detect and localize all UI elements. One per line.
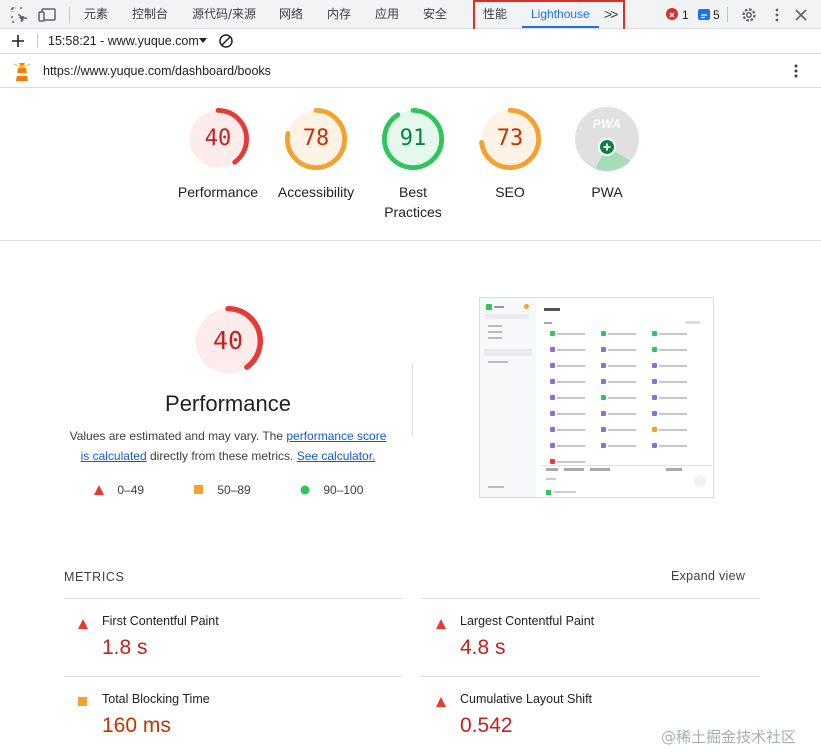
error-icon[interactable]	[666, 8, 678, 20]
performance-score: 40	[212, 326, 244, 355]
metric-divider	[64, 598, 402, 599]
tab-memory[interactable]: 内存	[327, 0, 351, 28]
devtools-tab-bar: 元素 控制台 源代码/来源 网络 内存 应用 安全 性能 Lighthouse …	[0, 0, 821, 32]
metric-divider	[64, 676, 402, 677]
is-calculated-link[interactable]: is calculated	[81, 449, 147, 463]
gauge-score: 78	[302, 126, 330, 151]
fail-triangle-icon	[436, 616, 446, 634]
gauge-label-best-practices[interactable]: Best	[363, 182, 463, 202]
square-icon	[194, 485, 203, 494]
metric-value-tbt: 160 ms	[102, 714, 171, 737]
toolbar-divider	[37, 34, 38, 48]
pwa-badge[interactable]: PWA	[575, 107, 639, 171]
pwa-badge-text: PWA	[592, 117, 622, 131]
tab-application[interactable]: 应用	[375, 0, 399, 28]
average-square-icon	[78, 694, 88, 712]
expand-view-toggle[interactable]: Expand view	[671, 569, 745, 583]
metric-value-fcp: 1.8 s	[102, 636, 148, 659]
lighthouse-logo-icon	[12, 60, 32, 82]
plus-icon[interactable]	[10, 33, 26, 49]
gauge-label-performance[interactable]: Performance	[168, 182, 268, 202]
watermark: @稀土掘金技术社区	[661, 728, 797, 746]
tab-highlight-box	[473, 0, 625, 32]
legend-average: 50–89	[194, 483, 251, 497]
triangle-icon	[94, 485, 104, 495]
message-icon[interactable]	[698, 9, 710, 20]
report-url-bar: https://www.yuque.com/dashboard/books	[0, 54, 821, 88]
metric-label-fcp: First Contentful Paint	[102, 614, 219, 628]
best-practices-gauge[interactable]: 91	[381, 107, 445, 171]
vertical-divider	[412, 363, 413, 435]
gauge-score: 91	[399, 126, 427, 151]
gauge-score: 40	[204, 126, 232, 151]
toolbar-divider	[727, 7, 728, 22]
performance-score-link[interactable]: performance score	[286, 429, 386, 443]
circle-icon	[300, 485, 310, 495]
kebab-menu-icon[interactable]	[768, 6, 786, 24]
final-screenshot-thumbnail[interactable]	[479, 297, 714, 498]
tab-elements[interactable]: 元素	[84, 0, 108, 28]
description-text: Values are estimated and may vary. The	[69, 429, 287, 443]
tab-network[interactable]: 网络	[279, 0, 303, 28]
metric-value-cls: 0.542	[460, 714, 513, 737]
toolbar-divider	[69, 7, 70, 22]
legend-fail: 0–49	[94, 483, 144, 497]
close-icon[interactable]	[792, 6, 810, 24]
gear-icon[interactable]	[740, 6, 758, 24]
chevron-down-icon[interactable]	[199, 38, 207, 43]
performance-gauge[interactable]: 40	[186, 107, 250, 171]
performance-title: Performance	[165, 391, 291, 416]
metrics-header: METRICS	[64, 570, 125, 584]
gauge-label-accessibility[interactable]: Accessibility	[266, 182, 366, 202]
message-count[interactable]: 5	[713, 8, 720, 22]
performance-score-gauge: 40	[192, 305, 264, 377]
device-toolbar-icon[interactable]	[37, 6, 56, 24]
tab-sources[interactable]: 源代码/来源	[192, 0, 256, 28]
performance-description: Values are estimated and may vary. The p…	[60, 426, 396, 466]
gauge-label-best-practices-line2[interactable]: Practices	[363, 202, 463, 222]
gauge-label-pwa[interactable]: PWA	[557, 182, 657, 202]
metric-divider	[421, 676, 760, 677]
gauge-score: 73	[496, 126, 524, 151]
legend-range: 90–100	[323, 483, 364, 497]
metric-label-tbt: Total Blocking Time	[102, 692, 210, 706]
fail-triangle-icon	[436, 694, 446, 712]
seo-gauge[interactable]: 73	[478, 107, 542, 171]
clear-icon[interactable]	[218, 33, 234, 49]
gauge-label-seo[interactable]: SEO	[460, 182, 560, 202]
description-text-mid: directly from these metrics.	[146, 449, 297, 463]
metric-label-cls: Cumulative Layout Shift	[460, 692, 593, 706]
fail-triangle-icon	[78, 616, 88, 634]
tab-console[interactable]: 控制台	[132, 0, 168, 28]
error-count[interactable]: 1	[682, 8, 689, 22]
metric-divider	[421, 598, 760, 599]
report-url: https://www.yuque.com/dashboard/books	[43, 64, 271, 78]
legend-range: 0–49	[117, 483, 145, 497]
tab-security[interactable]: 安全	[423, 0, 447, 28]
kebab-menu-icon[interactable]	[787, 62, 805, 80]
legend-pass: 90–100	[300, 483, 363, 497]
see-calculator-link[interactable]: See calculator.	[297, 449, 376, 463]
section-divider	[0, 240, 821, 241]
legend-range: 50–89	[217, 483, 251, 497]
metric-value-lcp: 4.8 s	[460, 636, 506, 659]
accessibility-gauge[interactable]: 78	[284, 107, 348, 171]
inspect-element-icon[interactable]	[10, 6, 29, 25]
report-selector[interactable]: 15:58:21 - www.yuque.com	[48, 34, 199, 48]
lighthouse-toolbar: 15:58:21 - www.yuque.com	[0, 29, 821, 54]
metric-label-lcp: Largest Contentful Paint	[460, 614, 595, 628]
